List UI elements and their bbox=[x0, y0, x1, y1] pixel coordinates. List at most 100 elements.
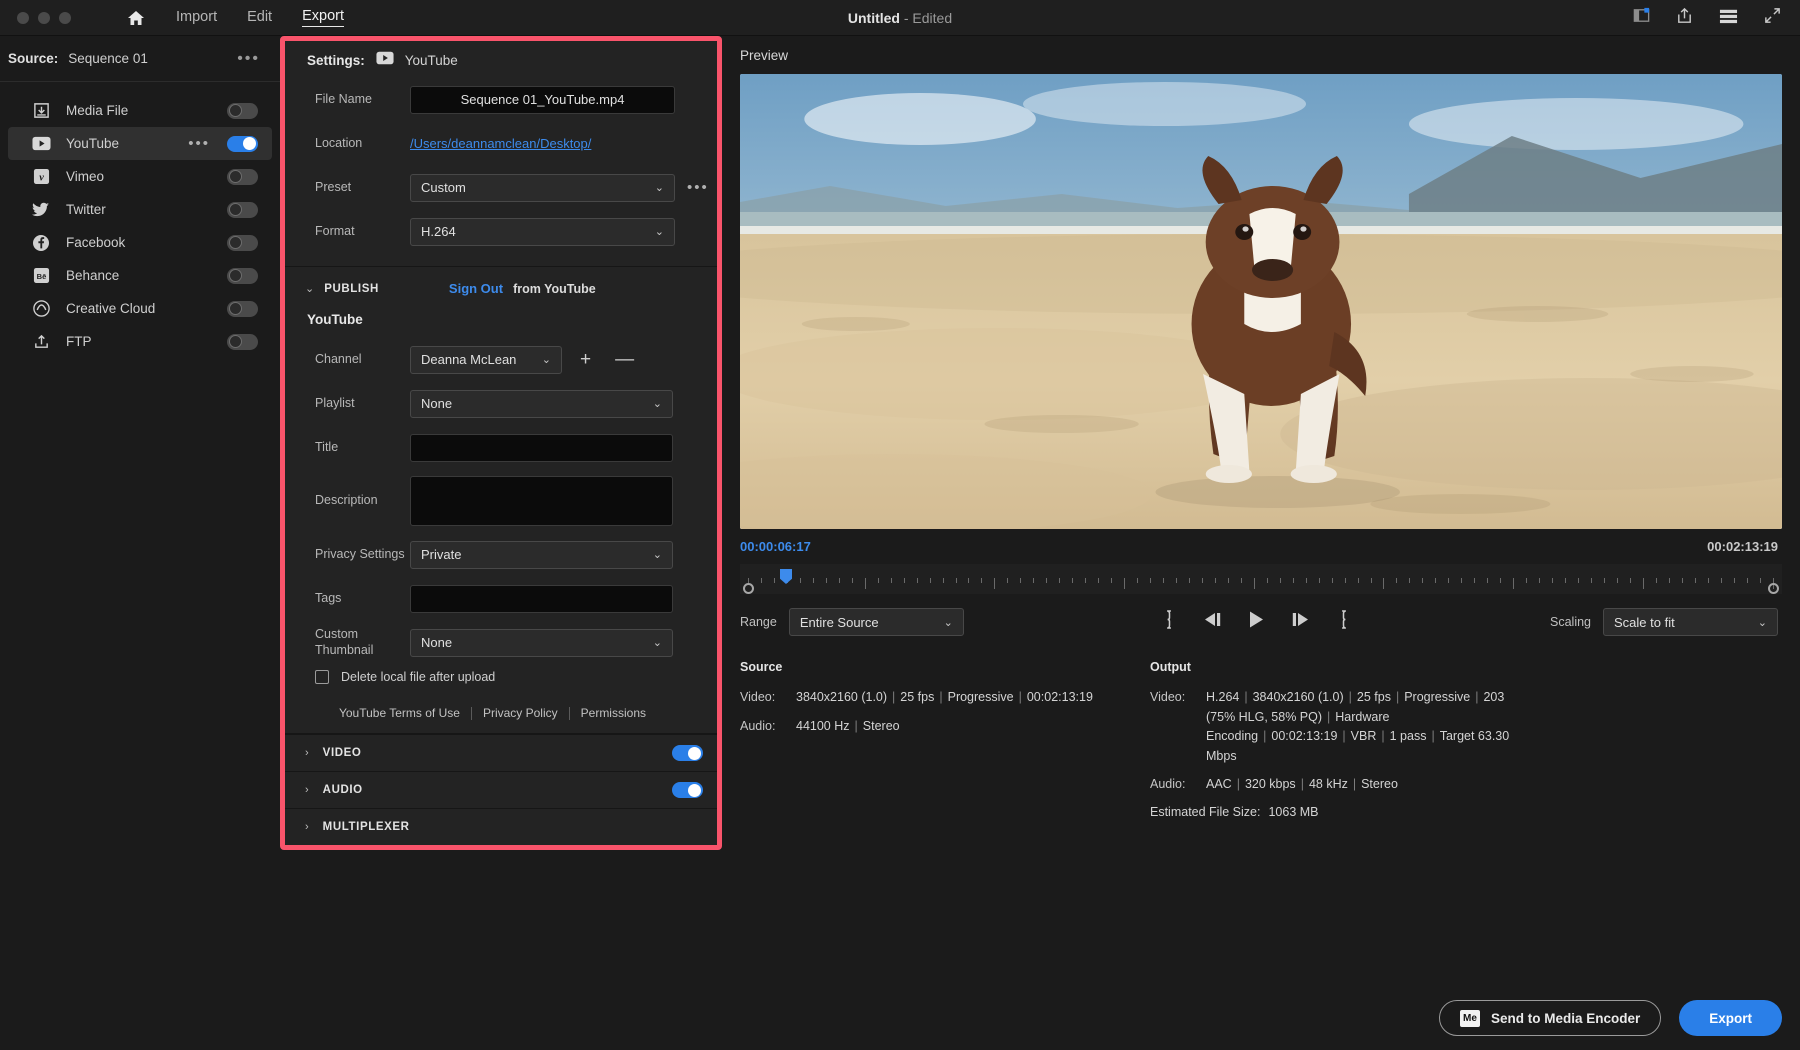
tab-import[interactable]: Import bbox=[176, 9, 217, 27]
chevron-down-icon: ⌄ bbox=[655, 181, 664, 194]
sidebar-item-youtube[interactable]: YouTube ••• bbox=[8, 127, 272, 160]
settings-header: Settings: YouTube bbox=[285, 41, 717, 79]
youtube-toggle[interactable] bbox=[227, 136, 258, 152]
out-v-7: VBR bbox=[1351, 729, 1377, 743]
nav-tabs[interactable]: Import Edit Export bbox=[176, 8, 344, 27]
settings-youtube-icon bbox=[376, 51, 394, 70]
share-icon[interactable] bbox=[1675, 6, 1694, 30]
source-summary-title: Source bbox=[740, 658, 1140, 677]
source-more-icon[interactable]: ••• bbox=[237, 55, 260, 63]
preset-label: Preset bbox=[315, 180, 410, 196]
sidebar-item-vimeo[interactable]: v Vimeo bbox=[8, 160, 272, 193]
fullscreen-icon[interactable] bbox=[1763, 6, 1782, 30]
document-state: - Edited bbox=[904, 10, 952, 26]
delete-local-file-row[interactable]: Delete local file after upload bbox=[285, 670, 717, 684]
sidebar-item-label: Media File bbox=[66, 103, 128, 118]
tab-edit[interactable]: Edit bbox=[247, 9, 272, 27]
delete-local-file-label: Delete local file after upload bbox=[341, 670, 495, 684]
window-controls[interactable] bbox=[0, 12, 71, 24]
publish-group-title: YouTube bbox=[285, 312, 717, 327]
send-to-media-encoder-button[interactable]: Me Send to Media Encoder bbox=[1439, 1000, 1661, 1036]
play-icon[interactable] bbox=[1248, 610, 1265, 634]
tags-input[interactable] bbox=[410, 585, 673, 613]
step-back-icon[interactable] bbox=[1202, 611, 1222, 633]
custom-thumbnail-select[interactable]: None ⌄ bbox=[410, 629, 673, 657]
preset-select[interactable]: Custom ⌄ bbox=[410, 174, 675, 202]
chevron-down-icon: ⌄ bbox=[1758, 616, 1767, 629]
set-in-point-icon[interactable] bbox=[1163, 610, 1176, 634]
sign-out-link[interactable]: Sign Out bbox=[449, 281, 503, 296]
privacy-policy-link[interactable]: Privacy Policy bbox=[472, 706, 569, 720]
source-audio-row: Audio: 44100 Hz|Stereo bbox=[740, 717, 1140, 736]
location-link[interactable]: /Users/deannamclean/Desktop/ bbox=[410, 136, 591, 151]
vimeo-toggle[interactable] bbox=[227, 169, 258, 185]
sidebar-item-label: Creative Cloud bbox=[66, 301, 155, 316]
output-video-key: Video: bbox=[1150, 688, 1206, 766]
menu-icon[interactable] bbox=[1718, 6, 1739, 30]
out-v-2: 25 fps bbox=[1357, 690, 1391, 704]
youtube-icon bbox=[30, 133, 52, 155]
media-file-toggle[interactable] bbox=[227, 103, 258, 119]
title-input[interactable] bbox=[410, 434, 673, 462]
settings-label: Settings: bbox=[307, 53, 365, 68]
in-point-handle[interactable] bbox=[743, 583, 754, 594]
channel-actions[interactable]: + — bbox=[580, 353, 634, 367]
titlebar-actions[interactable] bbox=[1632, 6, 1782, 30]
ftp-icon bbox=[30, 331, 52, 353]
publish-header[interactable]: ⌄ PUBLISH Sign Out from YouTube bbox=[285, 281, 717, 296]
audio-toggle[interactable] bbox=[672, 782, 703, 798]
sidebar-item-creative-cloud[interactable]: Creative Cloud bbox=[8, 292, 272, 325]
format-select[interactable]: H.264 ⌄ bbox=[410, 218, 675, 246]
range-select[interactable]: Entire Source ⌄ bbox=[789, 608, 964, 636]
facebook-toggle[interactable] bbox=[227, 235, 258, 251]
channel-select[interactable]: Deanna McLean ⌄ bbox=[410, 346, 562, 374]
youtube-terms-link[interactable]: YouTube Terms of Use bbox=[328, 706, 471, 720]
scrubber-bar[interactable] bbox=[740, 564, 1782, 594]
sidebar-item-media-file[interactable]: Media File bbox=[8, 94, 272, 127]
transport-controls[interactable] bbox=[1163, 610, 1350, 634]
permissions-link[interactable]: Permissions bbox=[570, 706, 657, 720]
sidebar-item-behance[interactable]: Bē Behance bbox=[8, 259, 272, 292]
accordion-multiplexer[interactable]: › MULTIPLEXER bbox=[285, 808, 717, 845]
minimize-window-button[interactable] bbox=[38, 12, 50, 24]
add-channel-button[interactable]: + bbox=[580, 353, 591, 367]
accordion-video[interactable]: › VIDEO bbox=[285, 734, 717, 771]
file-name-input[interactable]: Sequence 01_YouTube.mp4 bbox=[410, 86, 675, 114]
document-name: Untitled bbox=[848, 10, 900, 26]
youtube-more-icon[interactable]: ••• bbox=[188, 141, 210, 147]
destination-list: Media File YouTube ••• v Vimeo bbox=[0, 82, 280, 358]
sidebar-item-twitter[interactable]: Twitter bbox=[8, 193, 272, 226]
source-value: Sequence 01 bbox=[68, 51, 148, 66]
out-a-1: 320 kbps bbox=[1245, 777, 1296, 791]
src-a-1: Stereo bbox=[863, 719, 900, 733]
close-window-button[interactable] bbox=[17, 12, 29, 24]
twitter-toggle[interactable] bbox=[227, 202, 258, 218]
scaling-select[interactable]: Scale to fit ⌄ bbox=[1603, 608, 1778, 636]
sidebar-item-ftp[interactable]: FTP bbox=[8, 325, 272, 358]
creative-cloud-toggle[interactable] bbox=[227, 301, 258, 317]
preset-more-button[interactable]: ••• bbox=[687, 185, 709, 191]
scaling-label: Scaling bbox=[1550, 615, 1591, 629]
ftp-toggle[interactable] bbox=[227, 334, 258, 350]
remove-channel-button[interactable]: — bbox=[615, 353, 634, 367]
video-toggle[interactable] bbox=[672, 745, 703, 761]
set-out-point-icon[interactable] bbox=[1337, 610, 1350, 634]
privacy-select[interactable]: Private ⌄ bbox=[410, 541, 673, 569]
source-video-key: Video: bbox=[740, 688, 796, 707]
playlist-select[interactable]: None ⌄ bbox=[410, 390, 673, 418]
step-forward-icon[interactable] bbox=[1291, 611, 1311, 633]
tab-export[interactable]: Export bbox=[302, 8, 344, 27]
maximize-window-button[interactable] bbox=[59, 12, 71, 24]
accordion-audio[interactable]: › AUDIO bbox=[285, 771, 717, 808]
export-button[interactable]: Export bbox=[1679, 1000, 1782, 1036]
sidebar-item-label: FTP bbox=[66, 334, 92, 349]
description-input[interactable] bbox=[410, 476, 673, 526]
out-a-3: Stereo bbox=[1361, 777, 1398, 791]
home-icon[interactable] bbox=[126, 8, 146, 28]
out-point-handle[interactable] bbox=[1768, 583, 1779, 594]
behance-toggle[interactable] bbox=[227, 268, 258, 284]
delete-local-file-checkbox[interactable] bbox=[315, 670, 329, 684]
sidebar-item-facebook[interactable]: Facebook bbox=[8, 226, 272, 259]
workspace-icon[interactable] bbox=[1632, 6, 1651, 30]
settings-destination-name: YouTube bbox=[405, 53, 458, 68]
